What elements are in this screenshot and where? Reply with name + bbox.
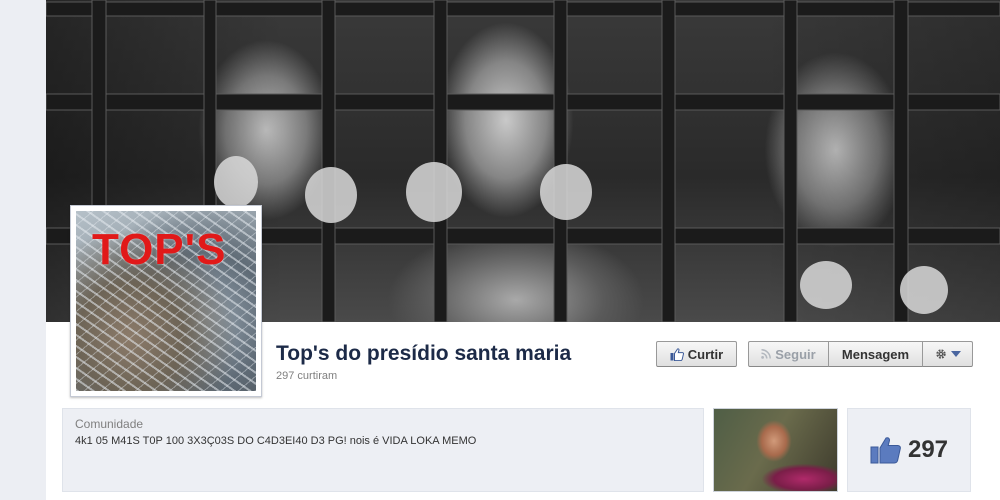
likes-count-link[interactable]: 297 curtiram <box>276 370 337 382</box>
settings-dropdown-button[interactable] <box>922 341 973 367</box>
profile-picture[interactable]: TOP'S <box>70 205 262 397</box>
thumbs-up-icon <box>870 436 902 464</box>
about-section: Comunidade 4k1 05 M41S T0P 100 3X3Ç03S D… <box>62 408 704 492</box>
photo-thumbnail[interactable] <box>713 408 838 492</box>
page-category[interactable]: Comunidade <box>75 417 143 431</box>
profile-picture-text: TOP'S <box>92 225 227 274</box>
left-sidebar-strip <box>0 0 46 500</box>
rss-icon <box>761 349 772 359</box>
likes-box[interactable]: 297 <box>847 408 971 492</box>
like-button[interactable]: Curtir <box>656 341 737 367</box>
profile-picture-image: TOP'S <box>76 211 256 391</box>
like-button-label: Curtir <box>687 346 724 362</box>
follow-button[interactable]: Seguir <box>748 341 829 367</box>
follow-button-label: Seguir <box>775 346 816 362</box>
likes-box-count: 297 <box>907 436 949 463</box>
message-button[interactable]: Mensagem <box>828 341 923 367</box>
chevron-down-icon <box>950 351 961 357</box>
cut-off-row <box>62 494 362 500</box>
thumbs-up-icon <box>670 347 684 361</box>
message-button-label: Mensagem <box>841 346 910 362</box>
page-description: 4k1 05 M41S T0P 100 3X3Ç03S DO C4D3EI40 … <box>75 435 477 447</box>
page-title[interactable]: Top's do presídio santa maria <box>276 342 571 366</box>
gear-icon <box>935 348 947 360</box>
